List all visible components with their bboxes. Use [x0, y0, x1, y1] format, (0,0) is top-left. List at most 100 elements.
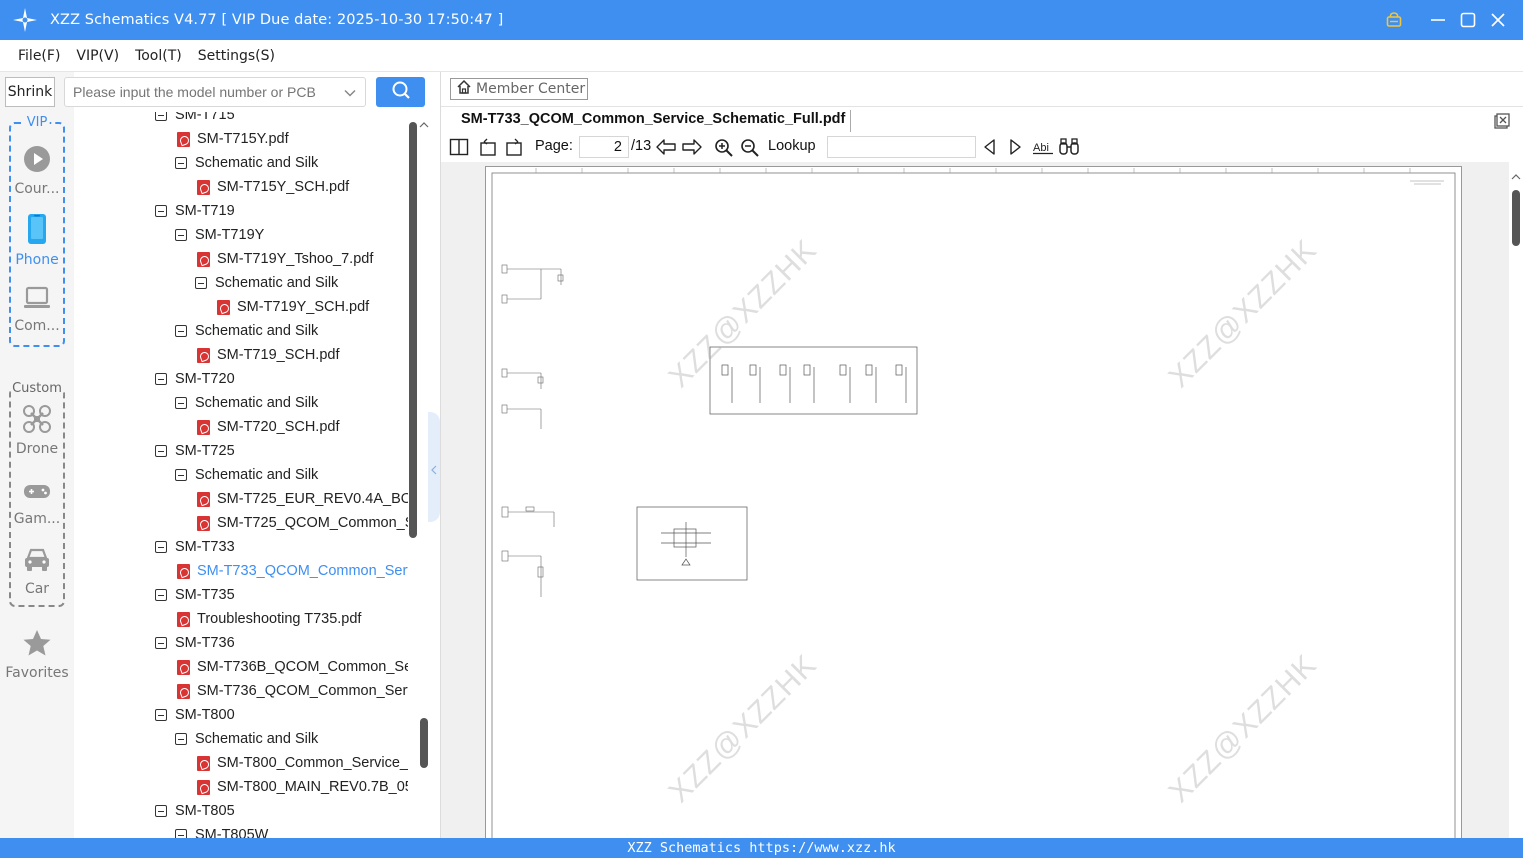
pdf-viewer[interactable]: XZZ@XZZHK XZZ@XZZHK XZZ@XZZHK XZZ@XZZHK: [441, 162, 1509, 838]
chevron-down-icon[interactable]: [343, 85, 357, 104]
minimize-button[interactable]: [1423, 0, 1453, 40]
tree-folder[interactable]: SM-T800: [155, 703, 235, 727]
tree-file[interactable]: SM-T725_QCOM_Common_S: [197, 511, 408, 535]
tree-scrollbar[interactable]: [408, 112, 429, 838]
collapse-icon[interactable]: [175, 229, 187, 241]
tree-folder[interactable]: SM-T725: [155, 439, 235, 463]
collapse-icon[interactable]: [175, 469, 187, 481]
collapse-icon[interactable]: [155, 709, 167, 721]
collapse-icon[interactable]: [155, 445, 167, 457]
collapse-icon[interactable]: [155, 589, 167, 601]
menu-file[interactable]: File(F): [10, 48, 68, 64]
collapse-icon[interactable]: [175, 733, 187, 745]
document-tab[interactable]: SM-T733_QCOM_Common_Service_Schematic_Fu…: [461, 111, 845, 127]
page-number-input[interactable]: 2: [579, 136, 629, 158]
tree-file[interactable]: SM-T720_SCH.pdf: [197, 415, 340, 439]
find-next-icon[interactable]: [1007, 138, 1023, 160]
rail-item-favorites[interactable]: Favorites: [0, 628, 74, 681]
model-search-input[interactable]: [65, 78, 335, 106]
document-tab-bar: SM-T733_QCOM_Common_Service_Schematic_Fu…: [441, 106, 1523, 134]
viewer-scrollbar[interactable]: [1509, 162, 1523, 838]
rail-item-phone[interactable]: Phone: [0, 213, 74, 268]
collapse-icon[interactable]: [155, 637, 167, 649]
tree-file[interactable]: SM-T725_EUR_REV0.4A_BOM: [197, 487, 408, 511]
tree-file[interactable]: Troubleshooting T735.pdf: [177, 607, 361, 631]
tree-folder[interactable]: SM-T735: [155, 583, 235, 607]
tree-folder[interactable]: SM-T715: [155, 112, 235, 127]
zoom-out-icon[interactable]: [740, 138, 760, 162]
tree-file[interactable]: SM-T733_QCOM_Common_Serv: [177, 559, 408, 583]
tree-folder[interactable]: Schematic and Silk: [175, 727, 318, 751]
tree-file[interactable]: SM-T719_SCH.pdf: [197, 343, 340, 367]
zoom-in-icon[interactable]: [714, 138, 734, 162]
tree-folder[interactable]: SM-T805: [155, 799, 235, 823]
tree-file[interactable]: SM-T719Y_SCH.pdf: [217, 295, 369, 319]
close-button[interactable]: [1483, 0, 1513, 40]
scroll-up-icon[interactable]: [419, 114, 429, 133]
menu-settings[interactable]: Settings(S): [190, 48, 283, 64]
tree-file[interactable]: SM-T715Y.pdf: [177, 127, 289, 151]
lookup-input[interactable]: [827, 136, 976, 158]
tree-folder[interactable]: Schematic and Silk: [195, 271, 338, 295]
rail-item-car[interactable]: Car: [0, 546, 74, 597]
tree-folder[interactable]: SM-T805W: [175, 823, 268, 838]
previous-page-icon[interactable]: [655, 138, 677, 160]
collapse-icon[interactable]: [155, 805, 167, 817]
rail-item-drone[interactable]: Drone: [0, 404, 74, 457]
rotate-right-icon[interactable]: [504, 138, 524, 160]
collapse-icon[interactable]: [175, 325, 187, 337]
collapse-icon[interactable]: [155, 112, 167, 121]
rail-item-courses[interactable]: Cour...: [0, 144, 74, 197]
vip-lock-icon[interactable]: [1379, 0, 1409, 40]
collapse-icon[interactable]: [155, 541, 167, 553]
tree-scroll-thumb[interactable]: [409, 122, 417, 538]
shrink-button[interactable]: Shrink: [5, 77, 55, 107]
tree-file[interactable]: SM-T800_MAIN_REV0.7B_050: [197, 775, 408, 799]
next-page-icon[interactable]: [681, 138, 703, 160]
binoculars-icon[interactable]: [1058, 138, 1080, 160]
panel-collapse-handle[interactable]: [428, 412, 440, 522]
tree-item-label: SM-T719: [175, 203, 235, 219]
tree-folder[interactable]: SM-T719Y: [175, 223, 264, 247]
menu-vip[interactable]: VIP(V): [68, 48, 127, 64]
tree-folder[interactable]: Schematic and Silk: [175, 463, 318, 487]
search-button[interactable]: [376, 77, 425, 107]
tree-folder[interactable]: Schematic and Silk: [175, 319, 318, 343]
maximize-button[interactable]: [1453, 0, 1483, 40]
two-page-view-icon[interactable]: [449, 138, 469, 160]
rail-item-games[interactable]: Gam...: [0, 480, 74, 527]
collapse-icon[interactable]: [195, 277, 207, 289]
tree-file[interactable]: SM-T736_QCOM_Common_Serv: [177, 679, 408, 703]
find-previous-icon[interactable]: [982, 138, 998, 160]
tree-item-label: Schematic and Silk: [195, 467, 319, 483]
menu-tool[interactable]: Tool(T): [127, 48, 190, 64]
tree-item-label: SM-T715Y_SCH.pdf: [217, 179, 350, 195]
close-tab-icon[interactable]: [1493, 112, 1511, 134]
collapse-icon[interactable]: [175, 397, 187, 409]
tree-folder[interactable]: Schematic and Silk: [175, 151, 318, 175]
viewer-toolbar: Page: 2 /13 Lookup Abi: [441, 134, 1523, 161]
tree-folder[interactable]: SM-T720: [155, 367, 235, 391]
tree-scroll-thumb-secondary[interactable]: [420, 718, 428, 768]
tree-folder[interactable]: Schematic and Silk: [175, 391, 318, 415]
match-case-icon[interactable]: Abi: [1031, 138, 1055, 160]
tree-folder[interactable]: SM-T736: [155, 631, 235, 655]
collapse-icon[interactable]: [155, 205, 167, 217]
model-search-field[interactable]: [64, 77, 366, 107]
tree-file[interactable]: SM-T715Y_SCH.pdf: [197, 175, 349, 199]
collapse-icon[interactable]: [175, 829, 187, 838]
collapse-icon[interactable]: [175, 157, 187, 169]
scroll-up-icon[interactable]: [1511, 166, 1521, 185]
app-logo-icon: [12, 7, 38, 33]
status-bar: XZZ Schematics https://www.xzz.hk: [0, 838, 1523, 858]
viewer-scroll-thumb[interactable]: [1512, 190, 1520, 246]
tree-file[interactable]: SM-T800_Common_Service_F: [197, 751, 408, 775]
tree-file[interactable]: SM-T736B_QCOM_Common_Se: [177, 655, 408, 679]
tree-file[interactable]: SM-T719Y_Tshoo_7.pdf: [197, 247, 373, 271]
tree-folder[interactable]: SM-T719: [155, 199, 235, 223]
collapse-icon[interactable]: [155, 373, 167, 385]
rail-item-computer[interactable]: Com...: [0, 285, 74, 334]
rotate-left-icon[interactable]: [479, 138, 499, 160]
tree-folder[interactable]: SM-T733: [155, 535, 235, 559]
member-center-button[interactable]: Member Center: [450, 78, 588, 100]
